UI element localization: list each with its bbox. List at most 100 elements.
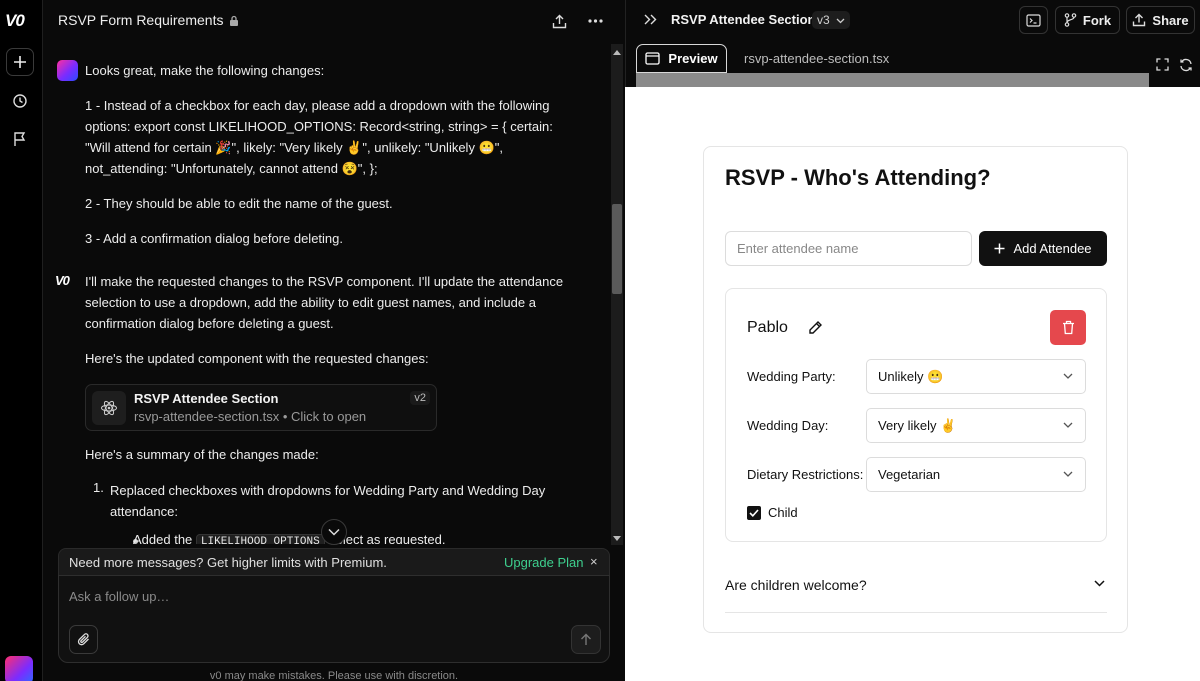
chat-panel: RSVP Form Requirements Looks great, make…: [43, 0, 625, 681]
feedback-button[interactable]: [6, 125, 34, 153]
chevron-down-icon: [1094, 580, 1105, 587]
version-selector[interactable]: v3: [812, 11, 851, 29]
user-message-item-2: 2 - They should be able to edit the name…: [85, 196, 393, 211]
scroll-to-bottom-button[interactable]: [321, 519, 347, 545]
paperclip-icon: [77, 633, 89, 646]
v0-logo[interactable]: V0: [5, 11, 25, 31]
new-chat-button[interactable]: [6, 48, 34, 76]
share-label: Share: [1152, 12, 1189, 28]
chevron-down-icon: [1063, 373, 1073, 379]
tab-preview[interactable]: Preview: [636, 44, 727, 73]
child-label[interactable]: Child: [768, 505, 798, 520]
card-title: RSVP - Who's Attending?: [725, 165, 991, 190]
message-composer[interactable]: Ask a follow up…: [58, 575, 610, 663]
sub-list-item: Added the LIKELIHOOD_OPTIONS object as r…: [133, 529, 493, 544]
upgrade-plan-link[interactable]: Upgrade Plan: [504, 555, 584, 570]
history-icon: [13, 94, 27, 108]
terminal-button[interactable]: [1019, 6, 1048, 34]
send-button[interactable]: [571, 625, 601, 654]
chat-scrollbar[interactable]: [611, 44, 623, 545]
lock-icon: [230, 15, 239, 26]
plus-icon: [994, 243, 1005, 254]
history-button[interactable]: [6, 87, 34, 115]
tab-code[interactable]: rsvp-attendee-section.tsx: [744, 51, 889, 66]
fullscreen-icon[interactable]: [1156, 58, 1169, 71]
upgrade-banner: Need more messages? Get higher limits wi…: [58, 548, 610, 575]
chevron-down-icon: [328, 528, 340, 536]
user-message-item-1: 1 - Instead of a checkbox for each day, …: [85, 98, 553, 176]
preview-header: RSVP Attendee Section v3 Fork Share Prev…: [625, 0, 1200, 87]
assistant-lead: Here's the updated component with the re…: [85, 351, 429, 366]
more-horizontal-icon: [587, 19, 603, 23]
wedding-party-value: Unlikely 😬: [878, 369, 944, 384]
chevron-down-icon: [836, 18, 845, 24]
scrollbar-thumb[interactable]: [612, 204, 622, 294]
share-button[interactable]: Share: [1126, 6, 1195, 34]
terminal-icon: [1026, 13, 1041, 27]
refresh-icon[interactable]: [1179, 58, 1193, 72]
left-rail: V0: [0, 0, 43, 681]
wedding-day-select[interactable]: Very likely ✌️: [866, 408, 1086, 443]
add-attendee-label: Add Attendee: [1013, 241, 1092, 256]
check-icon: [749, 509, 759, 517]
preview-panel: RSVP Attendee Section v3 Fork Share Prev…: [625, 0, 1200, 681]
upload-icon: [1133, 13, 1146, 27]
message-input[interactable]: Ask a follow up…: [69, 589, 169, 604]
flag-icon: [14, 132, 26, 146]
wedding-day-label: Wedding Day:: [747, 418, 829, 433]
artifact-title: RSVP Attendee Section: [134, 391, 279, 406]
user-message-item-3: 3 - Add a confirmation dialog before del…: [85, 231, 344, 246]
fork-button[interactable]: Fork: [1055, 6, 1120, 34]
list-number: 1.: [93, 480, 104, 495]
preview-scrollbar[interactable]: [636, 73, 1149, 87]
wedding-day-value: Very likely ✌️: [878, 418, 957, 433]
artifact-version-badge: v2: [410, 391, 430, 405]
trash-icon: [1062, 320, 1074, 335]
sub-item-prefix: Added the: [133, 532, 193, 544]
assistant-avatar: V0: [55, 273, 70, 288]
list-item: Replaced checkboxes with dropdowns for W…: [110, 483, 546, 519]
upgrade-banner-text: Need more messages? Get higher limits wi…: [69, 555, 387, 570]
scroll-down-arrow[interactable]: [613, 536, 621, 541]
divider: [725, 612, 1107, 613]
attach-button[interactable]: [69, 625, 98, 654]
add-attendee-button[interactable]: Add Attendee: [979, 231, 1107, 266]
assistant-intro: I'll make the requested changes to the R…: [85, 274, 564, 331]
wedding-party-label: Wedding Party:: [747, 369, 836, 384]
user-message-intro: Looks great, make the following changes:: [85, 63, 325, 78]
chat-header: RSVP Form Requirements: [43, 0, 625, 40]
disclaimer: v0 may make mistakes. Please use with di…: [209, 670, 459, 681]
version-label: v3: [817, 13, 830, 27]
guest-name: Pablo: [747, 319, 788, 336]
child-checkbox[interactable]: [747, 506, 761, 520]
guest-card: Pablo Wedding Party: Unlikely 😬 Wedding …: [725, 288, 1107, 542]
tab-preview-label: Preview: [668, 51, 718, 66]
more-options-button[interactable]: [585, 11, 605, 31]
artifact-card[interactable]: RSVP Attendee Section rsvp-attendee-sect…: [85, 384, 437, 431]
dietary-select[interactable]: Vegetarian: [866, 457, 1086, 492]
artifact-name: RSVP Attendee Section: [671, 12, 816, 27]
fork-label: Fork: [1082, 12, 1112, 28]
user-avatar[interactable]: [5, 656, 33, 681]
collapse-panel-icon[interactable]: [644, 14, 657, 25]
window-icon: [645, 52, 661, 65]
user-message-avatar: [57, 60, 78, 81]
wedding-party-select[interactable]: Unlikely 😬: [866, 359, 1086, 394]
message-list[interactable]: Looks great, make the following changes:…: [43, 44, 625, 544]
scroll-up-arrow[interactable]: [613, 50, 621, 55]
chat-title[interactable]: RSVP Form Requirements: [58, 12, 223, 28]
delete-guest-button[interactable]: [1050, 310, 1086, 345]
faq-accordion-trigger[interactable]: Are children welcome?: [725, 577, 1107, 593]
code-snippet: LIKELIHOOD_OPTIONS: [195, 534, 325, 544]
share-chat-button[interactable]: [549, 11, 569, 31]
chevron-down-icon: [1063, 471, 1073, 477]
chevron-down-icon: [1063, 422, 1073, 428]
pencil-icon[interactable]: [808, 320, 823, 335]
attendee-name-input[interactable]: Enter attendee name: [725, 231, 972, 266]
close-banner-button[interactable]: ×: [590, 554, 598, 569]
fork-icon: [1064, 13, 1077, 27]
react-icon: [92, 391, 126, 425]
artifact-subtitle: rsvp-attendee-section.tsx • Click to ope…: [134, 409, 367, 424]
dietary-label: Dietary Restrictions:: [747, 467, 864, 482]
faq-question: Are children welcome?: [725, 577, 867, 593]
